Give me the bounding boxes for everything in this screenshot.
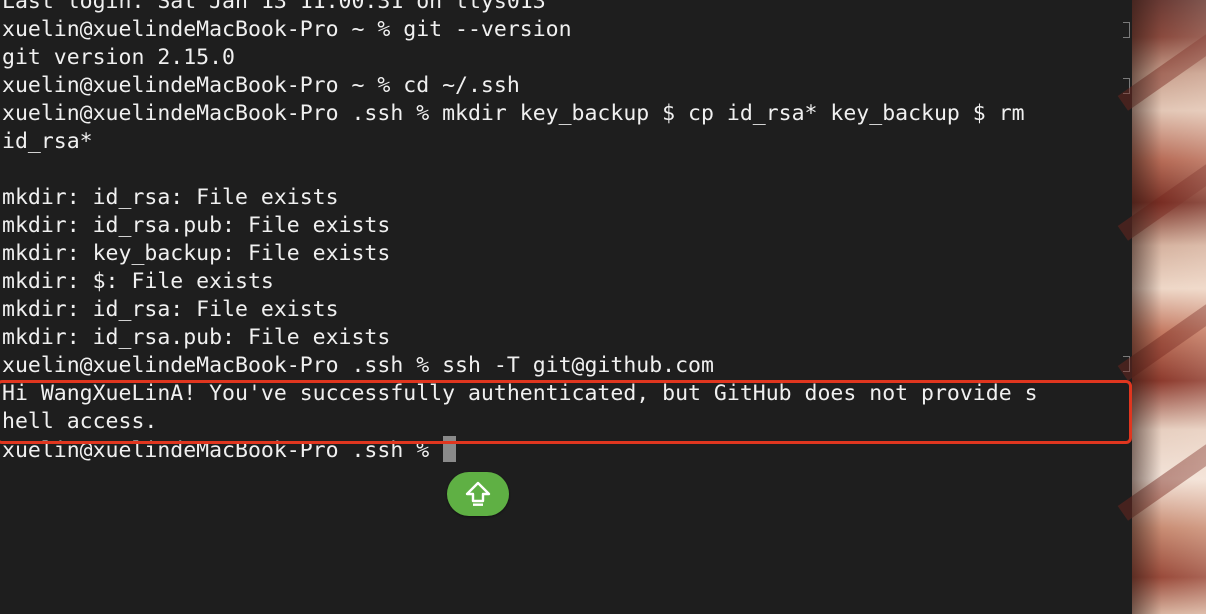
scroll-to-top-button[interactable] [447, 472, 509, 516]
highlight-annotation-box [0, 380, 1132, 444]
terminal-line-git-version-command: xuelin@xuelindeMacBook-Pro ~ % git --ver… [2, 17, 572, 42]
terminal-line-error: mkdir: $: File exists [2, 269, 274, 294]
screen: Last login: Sat Jan 13 11:00:31 on ttys0… [0, 0, 1206, 614]
terminal-line-error: mkdir: id_rsa.pub: File exists [2, 213, 391, 238]
arrow-up-icon [465, 481, 491, 506]
terminal-line-ssh-command: xuelin@xuelindeMacBook-Pro .ssh % ssh -T… [2, 353, 714, 378]
terminal-line-blank [2, 156, 1038, 184]
terminal-line-mkdir-command-wrap: id_rsa* [2, 129, 93, 154]
terminal-line-last-login: Last login: Sat Jan 13 11:00:31 on ttys0… [2, 0, 546, 14]
terminal-line-mkdir-command: xuelin@xuelindeMacBook-Pro .ssh % mkdir … [2, 101, 1025, 126]
terminal-line-error: mkdir: id_rsa.pub: File exists [2, 325, 391, 350]
terminal-line-error: mkdir: id_rsa: File exists [2, 297, 339, 322]
terminal-window[interactable]: Last login: Sat Jan 13 11:00:31 on ttys0… [0, 0, 1132, 614]
desktop-wallpaper [1117, 0, 1206, 614]
terminal-line-error: mkdir: key_backup: File exists [2, 241, 391, 266]
line-mark-bracket [1123, 22, 1130, 38]
terminal-line-git-version-output: git version 2.15.0 [2, 45, 235, 70]
terminal-line-cd-command: xuelin@xuelindeMacBook-Pro ~ % cd ~/.ssh [2, 73, 520, 98]
terminal-line-error: mkdir: id_rsa: File exists [2, 185, 339, 210]
wallpaper-shade [1132, 0, 1206, 614]
